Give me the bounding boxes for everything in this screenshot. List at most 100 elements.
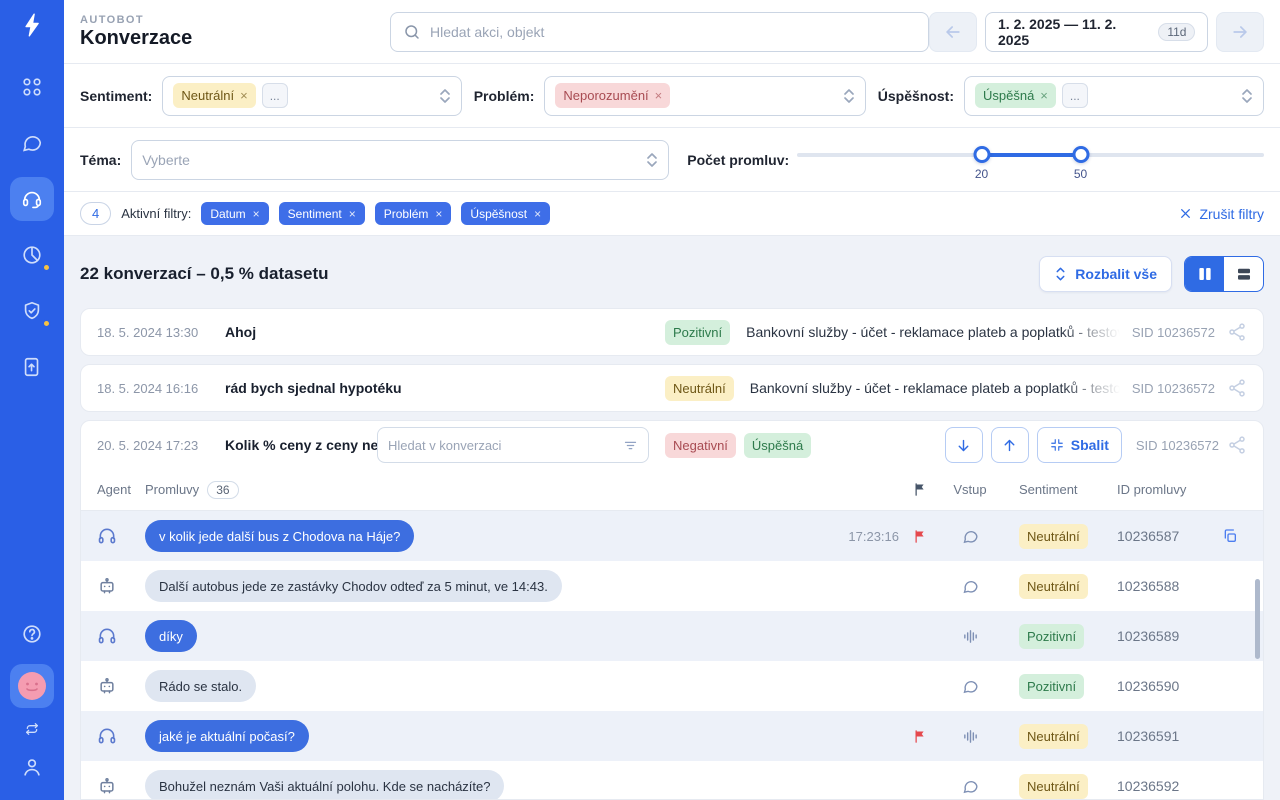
arrow-up-icon xyxy=(1001,437,1018,454)
columns-view-button[interactable] xyxy=(1185,257,1224,291)
sidebar-item-conversations[interactable] xyxy=(10,177,54,221)
sidebar-item-apps[interactable] xyxy=(10,65,54,109)
message-id: 10236592 xyxy=(1117,778,1180,794)
active-filter-chip-date[interactable]: Datum × xyxy=(201,202,269,225)
sentiment-filter-chip[interactable]: Neutrální × xyxy=(173,83,256,108)
message-bubble[interactable]: Další autobus jede ze zastávky Chodov od… xyxy=(145,570,562,602)
conversation-search-input[interactable] xyxy=(388,437,615,453)
conversation-category: Bankovní služby - účet - reklamace plate… xyxy=(749,380,1120,396)
message-bubble[interactable]: Bohužel neznám Vaši aktuální polohu. Kde… xyxy=(145,770,505,799)
sentiment-chip: Pozitivní xyxy=(1019,623,1085,649)
slider-active-track xyxy=(981,152,1081,157)
message-row: Rádo se stalo. Pozitivní 10236590 xyxy=(81,661,1263,711)
sidebar-item-help[interactable] xyxy=(10,612,54,656)
conversation-title: Ahoj xyxy=(225,324,257,340)
remove-icon[interactable]: × xyxy=(534,207,541,221)
message-row: díky Pozitivní 10236589 xyxy=(81,611,1263,661)
global-search[interactable] xyxy=(390,11,930,52)
messages-list: v kolik jede další bus z Chodova na Háje… xyxy=(81,511,1263,799)
flag-icon[interactable] xyxy=(905,729,935,744)
share-icon[interactable] xyxy=(1227,435,1247,455)
remove-icon[interactable]: × xyxy=(1040,88,1048,103)
sentiment-filter-group: Sentiment: Neutrální × ... xyxy=(80,75,463,116)
clear-filters-button[interactable]: Zrušit filtry xyxy=(1179,206,1264,222)
view-toggle xyxy=(1184,256,1264,292)
flag-icon[interactable] xyxy=(905,529,935,544)
problem-filter-chip[interactable]: Neporozumění × xyxy=(555,83,671,108)
export-document-icon xyxy=(21,356,43,378)
share-icon[interactable] xyxy=(1227,378,1247,398)
user-avatar[interactable] xyxy=(10,664,54,708)
next-period-button[interactable] xyxy=(1216,11,1264,52)
message-bubble[interactable]: Rádo se stalo. xyxy=(145,670,257,702)
copy-icon[interactable] xyxy=(1213,528,1247,544)
topic-placeholder: Vyberte xyxy=(142,151,190,168)
message-bubble[interactable]: jaké je aktuální počasí? xyxy=(145,720,309,752)
scrollbar-thumb[interactable] xyxy=(1255,579,1260,659)
remove-icon[interactable]: × xyxy=(253,207,260,221)
headset-icon xyxy=(97,726,145,746)
sentiment-chip: Neutrální xyxy=(1019,773,1088,799)
conversation-search[interactable] xyxy=(377,427,649,463)
sidebar-bottom xyxy=(10,612,54,784)
remove-icon[interactable]: × xyxy=(655,88,663,103)
search-icon xyxy=(403,23,421,41)
problem-filter-select[interactable]: Neporozumění × xyxy=(544,75,867,116)
topic-filter-label: Téma: xyxy=(80,151,122,168)
global-search-input[interactable] xyxy=(430,23,917,40)
arrow-left-icon xyxy=(943,22,963,42)
slider-handle-max[interactable] xyxy=(1072,145,1090,163)
chat-input-icon xyxy=(935,528,1005,545)
scroll-up-button[interactable] xyxy=(990,427,1029,463)
chevron-updown-icon xyxy=(646,152,658,168)
col-input: Vstup xyxy=(953,482,987,497)
topic-filter-select[interactable]: Vyberte xyxy=(131,139,670,180)
columns-view-icon xyxy=(1196,265,1214,283)
app-name: AUTOBOT xyxy=(80,13,144,26)
results-summary: 22 konverzací – 0,5 % datasetu xyxy=(80,264,329,283)
collapse-button[interactable]: Sbalit xyxy=(1036,427,1122,463)
arrow-right-icon xyxy=(1230,22,1250,42)
message-id: 10236587 xyxy=(1117,528,1180,544)
remove-icon[interactable]: × xyxy=(240,88,248,103)
remove-icon[interactable]: × xyxy=(349,207,356,221)
active-filter-chip-problem[interactable]: Problém × xyxy=(374,202,452,225)
remove-icon[interactable]: × xyxy=(435,207,442,221)
conversation-row[interactable]: 18. 5. 2024 16:16 rád bych sjednal hypot… xyxy=(80,364,1264,412)
message-bubble[interactable]: v kolik jede další bus z Chodova na Háje… xyxy=(145,520,415,552)
sidebar-item-sync[interactable] xyxy=(10,716,54,742)
active-filter-chip-success[interactable]: Úspěšnost × xyxy=(461,202,551,225)
expanded-conversation-card: 20. 5. 2024 17:23 Kolik % ceny z ceny ne… xyxy=(80,420,1264,800)
share-icon[interactable] xyxy=(1227,322,1247,342)
message-bubble[interactable]: díky xyxy=(145,620,197,652)
expand-all-button[interactable]: Rozbalit vše xyxy=(1039,256,1172,292)
date-range-picker[interactable]: 1. 2. 2025 — 11. 2. 2025 11d xyxy=(985,11,1209,52)
message-row: Bohužel neznám Vaši aktuální polohu. Kde… xyxy=(81,761,1263,799)
expand-all-icon xyxy=(1054,265,1067,283)
conversation-row[interactable]: 18. 5. 2024 13:30 Ahoj Pozitivní Bankovn… xyxy=(80,308,1264,356)
scroll-down-button[interactable] xyxy=(944,427,983,463)
prev-period-button[interactable] xyxy=(929,11,977,52)
more-chip[interactable]: ... xyxy=(1061,83,1088,108)
sidebar-item-analytics[interactable] xyxy=(10,233,54,277)
flag-column-icon[interactable] xyxy=(905,482,935,497)
sidebar-item-export[interactable] xyxy=(10,345,54,389)
more-chip[interactable]: ... xyxy=(261,83,288,108)
close-icon xyxy=(1179,207,1192,220)
message-row: v kolik jede další bus z Chodova na Háje… xyxy=(81,511,1263,561)
sentiment-filter-select[interactable]: Neutrální × ... xyxy=(162,75,463,116)
rows-view-button[interactable] xyxy=(1224,257,1263,291)
problem-filter-label: Problém: xyxy=(473,87,535,104)
active-filter-chip-sentiment[interactable]: Sentiment × xyxy=(278,202,365,225)
sentiment-chip: Neutrální xyxy=(1019,723,1088,749)
message-row: jaké je aktuální počasí? Neutrální 10236… xyxy=(81,711,1263,761)
success-filter-select[interactable]: Úspěšná × ... xyxy=(963,75,1264,116)
messages-table-header: Agent Promluvy 36 Vstup Sentiment ID pro… xyxy=(81,469,1263,511)
slider-handle-min[interactable] xyxy=(973,145,991,163)
sidebar-item-profile[interactable] xyxy=(10,750,54,784)
sync-icon xyxy=(24,721,40,737)
sidebar-item-chats[interactable] xyxy=(10,121,54,165)
sidebar-item-quality[interactable] xyxy=(10,289,54,333)
success-filter-chip[interactable]: Úspěšná × xyxy=(974,83,1056,108)
voice-input-icon xyxy=(935,628,1005,645)
